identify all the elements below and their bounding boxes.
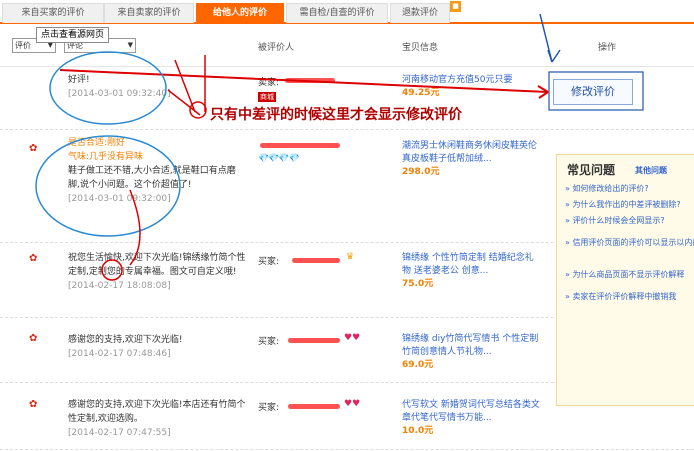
product-info: 锦绣缘 diy竹简代写情书 个性定制竹简创意情人节礼物... 69.0元 bbox=[402, 333, 542, 372]
rose-icon: ✿ bbox=[29, 143, 38, 154]
review-date: [2014-03-01 09:32:40] bbox=[68, 89, 171, 99]
tooltip: 点击查看源网页 bbox=[36, 27, 110, 43]
review-attribute-fit: 是否合适:刚好 bbox=[68, 138, 126, 148]
review-attribute-smell: 气味:几乎没有异味 bbox=[68, 152, 144, 162]
review-comment: 鞋子做工还不错,大小合适,就是鞋口有点磨脚,说个小问题。这个价超值了! bbox=[68, 166, 236, 190]
review-text: 是否合适:刚好 气味:几乎没有异味 鞋子做工还不错,大小合适,就是鞋口有点磨脚,… bbox=[68, 136, 236, 206]
review-text: 感谢您的支持,欢迎下次光临! [2014-02-17 07:48:46] bbox=[68, 333, 248, 361]
review-comment: 感谢您的支持,欢迎下次光临!本店还有竹简个性定制,欢迎选购。 bbox=[68, 400, 246, 424]
faq-panel: 常见问题 其他问题 » 如何修改给出的评价? » 为什么我作出的中差评被删除? … bbox=[556, 154, 694, 406]
review-date: [2014-03-01 09:32:00] bbox=[68, 194, 171, 204]
buyer-label: 买家: bbox=[258, 257, 280, 267]
product-link[interactable]: 锦绣缘 个性竹简定制 结婚纪念礼物 送老婆老公 创意... bbox=[402, 252, 542, 278]
crown-icon: ♛ bbox=[346, 252, 355, 262]
review-comment: 感谢您的支持,欢迎下次光临! bbox=[68, 335, 183, 345]
product-link[interactable]: 代写软文 新婚贺词代写总结各类文章代笔代写情书万能... bbox=[402, 399, 542, 425]
new-badge-icon: ■ bbox=[450, 1, 461, 12]
tab-buyer-reviews[interactable]: 来自买家的评价 bbox=[2, 3, 104, 23]
product-link[interactable]: 河南移动官方充值50元只要 bbox=[402, 74, 542, 87]
review-comment: 祝您生活愉快,欢迎下次光临!锦绣缘竹简个性定制,定制您的专属幸福。图文可自定义哦… bbox=[68, 253, 246, 277]
diamond-rating-icon: 💎💎💎💎 bbox=[258, 154, 300, 164]
tab-seller-reviews[interactable]: 来自卖家的评价 bbox=[104, 3, 194, 23]
faq-more-link[interactable]: 其他问题 bbox=[635, 165, 667, 176]
redacted-name bbox=[288, 404, 340, 409]
buyer-label: 卖家: bbox=[258, 78, 280, 88]
tab-bar: 来自买家的评价 来自卖家的评价 给他人的评价 需自检/自查的评价 退款评价 ■ bbox=[0, 0, 694, 24]
product-price: 75.0元 bbox=[402, 279, 434, 289]
heart-rating-icon: ♥♥ bbox=[344, 333, 361, 343]
faq-item[interactable]: » 信用评价页面的评价可以显示以内的 bbox=[565, 237, 694, 248]
product-link[interactable]: 潮流男士休闲鞋商务休闲皮鞋英伦真皮板鞋子低帮加绒... bbox=[402, 140, 542, 166]
review-date: [2014-02-17 07:48:46] bbox=[68, 349, 171, 359]
review-comment: 好评! bbox=[68, 75, 90, 85]
product-link[interactable]: 锦绣缘 diy竹简代写情书 个性定制竹简创意情人节礼物... bbox=[402, 333, 542, 359]
product-info: 代写软文 新婚贺词代写总结各类文章代笔代写情书万能... 10.0元 bbox=[402, 399, 542, 438]
redacted-name bbox=[260, 143, 340, 148]
annotation-note: 只有中差评的时候这里才会显示修改评价 bbox=[210, 107, 462, 123]
product-price: 10.0元 bbox=[402, 426, 434, 436]
heart-rating-icon: ♥♥ bbox=[344, 399, 361, 409]
rose-icon: ✿ bbox=[29, 399, 38, 410]
faq-item[interactable]: » 如何修改给出的评价? bbox=[565, 183, 649, 194]
review-date: [2014-02-17 18:08:08] bbox=[68, 281, 171, 291]
product-info: 河南移动官方充值50元只要 49.25元 bbox=[402, 74, 542, 100]
review-date: [2014-02-17 07:47:55] bbox=[68, 428, 171, 438]
faq-item[interactable]: » 卖家在评价评价解释中撤销我 bbox=[565, 291, 676, 302]
tab-self-check-reviews[interactable]: 需自检/自查的评价 bbox=[286, 3, 388, 23]
faq-item[interactable]: » 为什么我作出的中差评被删除? bbox=[565, 199, 681, 210]
rose-icon: ✿ bbox=[29, 333, 38, 344]
faq-item[interactable]: » 评价什么时候会全网显示? bbox=[565, 215, 665, 226]
rose-icon: ✿ bbox=[29, 253, 38, 264]
faq-item[interactable]: » 为什么商品页面不显示评价解释 bbox=[565, 269, 684, 280]
product-price: 69.0元 bbox=[402, 360, 434, 370]
product-info: 潮流男士休闲鞋商务休闲皮鞋英伦真皮板鞋子低帮加绒... 298.0元 bbox=[402, 140, 542, 179]
faq-title: 常见问题 bbox=[567, 163, 616, 177]
column-header-buyer: 被评价人 bbox=[258, 43, 295, 53]
rating-select-value: 评价 bbox=[15, 41, 31, 50]
product-price: 49.25元 bbox=[402, 88, 440, 98]
redacted-name bbox=[292, 258, 340, 263]
review-text: 好评! [2014-03-01 09:32:40] bbox=[68, 73, 248, 101]
mall-badge: 商城 bbox=[258, 92, 276, 102]
buyer-label: 买家: bbox=[258, 337, 280, 347]
tab-given-reviews[interactable]: 给他人的评价 bbox=[196, 3, 284, 23]
buyer-label: 买家: bbox=[258, 403, 280, 413]
column-header-action: 操作 bbox=[598, 43, 617, 53]
review-text: 祝您生活愉快,欢迎下次光临!锦绣缘竹简个性定制,定制您的专属幸福。图文可自定义哦… bbox=[68, 251, 248, 293]
column-header-product: 宝贝信息 bbox=[402, 43, 439, 53]
redacted-name bbox=[285, 78, 335, 83]
product-price: 298.0元 bbox=[402, 167, 440, 177]
modify-review-button[interactable]: 修改评价 bbox=[553, 79, 633, 105]
tab-refund-reviews[interactable]: 退款评价 bbox=[390, 3, 450, 23]
review-text: 感谢您的支持,欢迎下次光临!本店还有竹简个性定制,欢迎选购。 [2014-02-… bbox=[68, 398, 248, 440]
chevron-down-icon: ▼ bbox=[127, 41, 133, 49]
product-info: 锦绣缘 个性竹简定制 结婚纪念礼物 送老婆老公 创意... 75.0元 bbox=[402, 252, 542, 291]
redacted-name bbox=[288, 338, 340, 343]
